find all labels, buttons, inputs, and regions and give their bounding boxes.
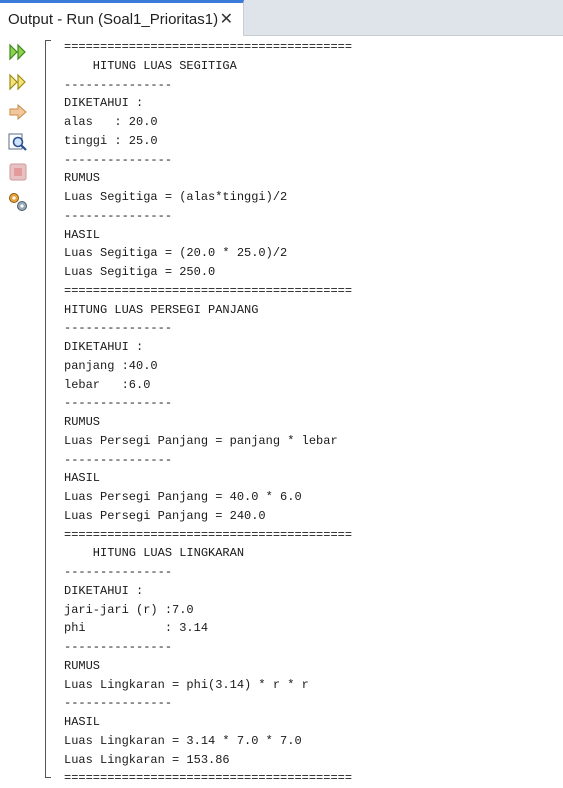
console-line: DIKETAHUI :	[64, 583, 144, 598]
console-line: ---------------	[64, 452, 173, 467]
output-tab-bar: Output - Run (Soal1_Prioritas1) ✕	[0, 0, 563, 36]
output-tab[interactable]: Output - Run (Soal1_Prioritas1) ✕	[0, 0, 244, 36]
console-line: tinggi : 25.0	[64, 133, 158, 148]
console-line: phi : 3.14	[64, 621, 209, 636]
output-toolbar	[0, 36, 36, 787]
console-line: RUMUS	[64, 658, 101, 673]
console-line: Luas Segitiga = (20.0 * 25.0)/2	[64, 246, 288, 261]
rerun-icon[interactable]	[6, 40, 30, 64]
output-fold-guide	[45, 40, 46, 778]
output-tab-title: Output - Run (Soal1_Prioritas1)	[8, 11, 219, 28]
console-line: ---------------	[64, 321, 173, 336]
console-line: ========================================	[64, 527, 353, 542]
step-arrow-icon[interactable]	[6, 100, 30, 124]
console-line: ========================================	[64, 771, 353, 786]
settings-icon[interactable]	[6, 190, 30, 214]
console-line: Luas Persegi Panjang = 240.0	[64, 508, 266, 523]
rerun-with-options-icon[interactable]	[6, 70, 30, 94]
console-line: ---------------	[64, 396, 173, 411]
console-line: jari-jari (r) :7.0	[64, 602, 194, 617]
console-line: alas : 20.0	[64, 115, 158, 129]
console-line: RUMUS	[64, 415, 101, 429]
console-line: HITUNG LUAS LINGKARAN	[64, 546, 245, 561]
console-line: ---------------	[64, 152, 173, 167]
console-line: HITUNG LUAS PERSEGI PANJANG	[64, 302, 259, 317]
console-line: Luas Lingkaran = phi(3.14) * r * r	[64, 677, 309, 692]
console-line: HITUNG LUAS SEGITIGA	[64, 58, 237, 73]
find-icon[interactable]	[6, 130, 30, 154]
console-line: Luas Persegi Panjang = 40.0 * 6.0	[64, 490, 302, 504]
console-line: RUMUS	[64, 171, 101, 186]
stop-icon[interactable]	[6, 160, 30, 184]
console-line: lebar :6.0	[64, 377, 151, 392]
console-line: HASIL	[64, 471, 101, 486]
console-line: Luas Lingkaran = 153.86	[64, 752, 230, 767]
console-line: ---------------	[64, 640, 173, 654]
console-output[interactable]: ========================================…	[64, 38, 563, 788]
console-line: ---------------	[64, 696, 173, 711]
console-line: ========================================	[64, 283, 353, 298]
console-line: ========================================	[64, 40, 353, 54]
fold-guide-top-tick	[45, 40, 51, 41]
console-line: ---------------	[64, 208, 173, 223]
console-line: ---------------	[64, 565, 173, 579]
console-line: ---------------	[64, 77, 173, 92]
console-line: HASIL	[64, 227, 101, 242]
console-line: Luas Segitiga = (alas*tinggi)/2	[64, 190, 288, 204]
console-line: DIKETAHUI :	[64, 340, 144, 354]
console-line: Luas Persegi Panjang = panjang * lebar	[64, 433, 338, 448]
console-line: DIKETAHUI :	[64, 96, 144, 111]
console-line: HASIL	[64, 715, 101, 729]
console-line: Luas Lingkaran = 3.14 * 7.0 * 7.0	[64, 733, 302, 748]
fold-guide-bottom-tick	[45, 777, 51, 778]
close-icon[interactable]: ✕	[220, 10, 233, 28]
console-line: Luas Segitiga = 250.0	[64, 265, 216, 279]
console-line: panjang :40.0	[64, 358, 158, 373]
